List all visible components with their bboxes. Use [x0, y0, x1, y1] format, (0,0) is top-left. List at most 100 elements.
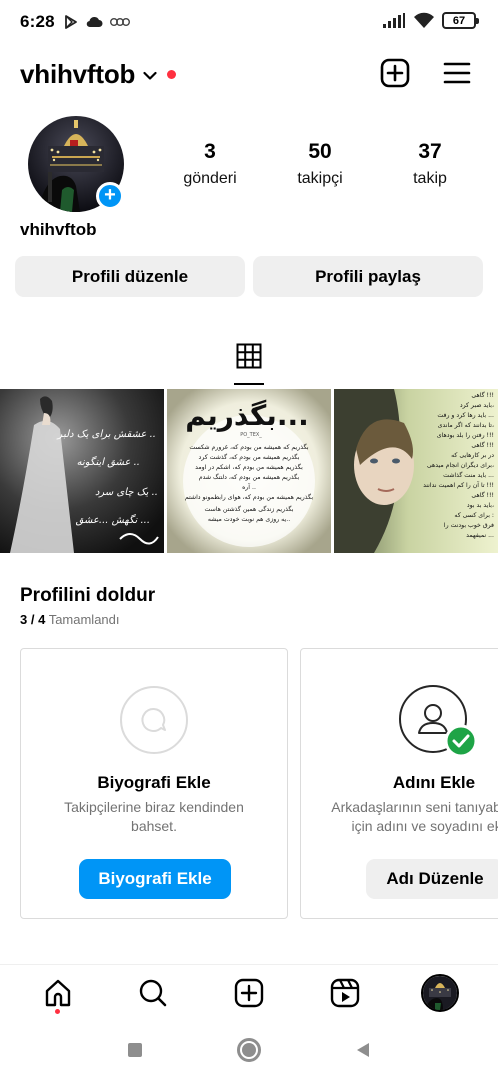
- tab-posts-grid[interactable]: [234, 340, 264, 386]
- home-icon: [45, 979, 70, 1006]
- post3-text-line: گاهی !!!: [471, 491, 494, 499]
- post3-text-line: تا آن را کم اهمیت ندانند !!!: [423, 480, 494, 489]
- post1-text-line: یک چای سرد ..: [95, 487, 158, 498]
- post-thumbnail[interactable]: بگذریم... PO_TEX_ بگذریم که همیشه من بود…: [167, 389, 331, 553]
- hamburger-menu-icon: [443, 62, 471, 84]
- checkmark-badge-icon: [444, 724, 478, 758]
- post3-text-line: فرق خوب بودنت را: [444, 522, 494, 529]
- profile-display-name: vhihvftob: [20, 220, 97, 239]
- progress-count: 3 / 4: [20, 612, 46, 627]
- add-bio-button[interactable]: Biyografi Ekle: [79, 859, 231, 899]
- post3-text-line: نمیفهمد ...: [466, 532, 494, 539]
- followers-label: takipçi: [297, 170, 343, 187]
- home-circle-icon[interactable]: [236, 1037, 262, 1063]
- nav-search[interactable]: [133, 973, 173, 1013]
- nav-home[interactable]: [38, 973, 78, 1014]
- profile-avatar-container[interactable]: +: [28, 116, 124, 212]
- play-icon: [64, 15, 77, 29]
- posts-label: gönderi: [183, 170, 237, 187]
- bottom-navigation: [0, 964, 498, 1020]
- recents-icon[interactable]: [126, 1041, 144, 1059]
- post2-text-line: بگذریم همیشه من بودم که، دلتنگ شدم: [199, 473, 300, 481]
- status-time: 6:28: [20, 12, 55, 31]
- grid-icon: [236, 343, 262, 369]
- add-bio-card: Biyografi Ekle Takipçilerine biraz kendi…: [20, 648, 288, 919]
- nav-profile[interactable]: [420, 973, 460, 1013]
- card-title: Biyografi Ekle: [97, 773, 211, 792]
- nav-create[interactable]: [229, 973, 269, 1013]
- posts-stat[interactable]: 3 gönderi: [170, 140, 250, 188]
- post3-text-line: در بر کارهایی که: [451, 452, 494, 459]
- post1-text-line: عشق اینگونه ..: [77, 456, 140, 468]
- profile-stats: 3 gönderi 50 takipçi 37 takip: [170, 140, 470, 188]
- post-thumbnail[interactable]: عشقش برای یک دلبر .. عشق اینگونه .. یک چ…: [0, 389, 164, 553]
- following-label: takip: [413, 170, 447, 187]
- notification-dot: [167, 69, 177, 79]
- post3-text-line: برای کسی که :: [454, 512, 494, 519]
- card-description: Takipçilerine biraz kendinden bahset.: [64, 799, 244, 834]
- following-count: 37: [418, 140, 442, 163]
- post2-text-line: بگذریم همیشه من بودم که، اشکم در اومد: [195, 463, 303, 471]
- post2-tag: PO_TEX_: [240, 432, 262, 438]
- share-profile-button[interactable]: Profili paylaş: [253, 256, 483, 297]
- profile-avatar-small: [421, 973, 460, 1012]
- notification-dot: [54, 1008, 60, 1014]
- reels-icon: [330, 978, 359, 1007]
- followers-count: 50: [308, 140, 332, 163]
- posts-grid: عشقش برای یک دلبر .. عشق اینگونه .. یک چ…: [0, 389, 498, 553]
- cloud-icon: [86, 16, 103, 28]
- speech-bubble-icon: [120, 686, 188, 754]
- android-navigation-bar: [0, 1020, 498, 1080]
- posts-count: 3: [204, 140, 216, 163]
- progress-label: Tamamlandı: [48, 612, 120, 627]
- post3-text-line: برای دیگران انجام میدهی،: [427, 461, 494, 469]
- card-title: Adını Ekle: [392, 773, 476, 792]
- post2-text-line: بگذریم زندگی همین گذشتن هاست: [205, 505, 294, 513]
- create-icon: [234, 978, 264, 1007]
- chevron-down-icon[interactable]: [143, 71, 157, 81]
- post3-text-line: باید بد بود،: [467, 502, 494, 509]
- infinity-icon: [109, 18, 130, 26]
- add-name-card: Adını Ekle Arkadaşlarının seni tanıyabil…: [300, 648, 498, 919]
- post1-text-line: نگهش ...عشق ...: [76, 514, 150, 526]
- account-switcher-username[interactable]: vhihvftob: [20, 59, 135, 90]
- profile-header: vhihvftob: [0, 54, 498, 94]
- signal-icon: [383, 12, 405, 28]
- post3-text-line: تا بدانند که اگر ماندی،: [438, 421, 494, 429]
- back-icon[interactable]: [354, 1041, 372, 1059]
- search-icon: [140, 979, 167, 1006]
- post2-text-line: آره ..: [242, 482, 256, 491]
- wifi-icon: [414, 12, 434, 28]
- followers-stat[interactable]: 50 takipçi: [280, 140, 360, 188]
- post2-text-line: یه روزی هم نوبت خودت میشه..: [208, 516, 290, 523]
- post-thumbnail[interactable]: گاهی !!! باید صبر کرد، باید رها کرد و رف…: [334, 389, 498, 553]
- edit-profile-button[interactable]: Profili düzenle: [15, 256, 245, 297]
- post3-text-line: باید رها کرد و رفت ...: [437, 412, 494, 419]
- post2-text-line: بگذریم که همیشه من بودم که، غرورم شکست: [189, 443, 309, 451]
- status-bar: 6:28 67: [0, 0, 498, 44]
- post2-heading: بگذریم...: [185, 399, 308, 432]
- add-square-icon: [380, 58, 410, 88]
- card-description: Arkadaşlarının seni tanıyabilmesi için a…: [331, 799, 498, 834]
- complete-profile-title: Profilini doldur: [20, 585, 156, 606]
- active-tab-indicator: [234, 383, 264, 385]
- post1-text-line: عشقش برای یک دلبر ..: [56, 429, 156, 440]
- following-stat[interactable]: 37 takip: [390, 140, 470, 188]
- post3-text-line: گاهی !!!: [471, 391, 494, 399]
- post3-text-line: گاهی !!!: [471, 441, 494, 449]
- post3-text-line: باید صبر کرد،: [460, 402, 494, 409]
- complete-profile-cards[interactable]: Biyografi Ekle Takipçilerine biraz kendi…: [20, 648, 498, 920]
- complete-profile-progress: 3 / 4 Tamamlandı: [20, 612, 120, 627]
- add-story-button[interactable]: +: [96, 182, 124, 210]
- create-post-button[interactable]: [380, 58, 410, 88]
- menu-button[interactable]: [442, 58, 472, 88]
- post3-text-line: رفتن را بلد بودهای !!!: [437, 432, 494, 439]
- edit-name-button[interactable]: Adı Düzenle: [366, 859, 498, 899]
- nav-reels[interactable]: [325, 973, 365, 1013]
- post2-text-line: بگذریم همیشه من بودم که، گذشت کرد: [199, 453, 300, 461]
- battery-indicator: 67: [442, 12, 479, 29]
- post2-text-line: بگذریم همیشه من بودم که، هوای رابطمونو د…: [185, 493, 313, 501]
- profile-actions: Profili düzenle Profili paylaş: [15, 256, 483, 297]
- user-icon: [399, 685, 478, 758]
- post3-text-line: باید منت گذاشت ...: [443, 471, 494, 479]
